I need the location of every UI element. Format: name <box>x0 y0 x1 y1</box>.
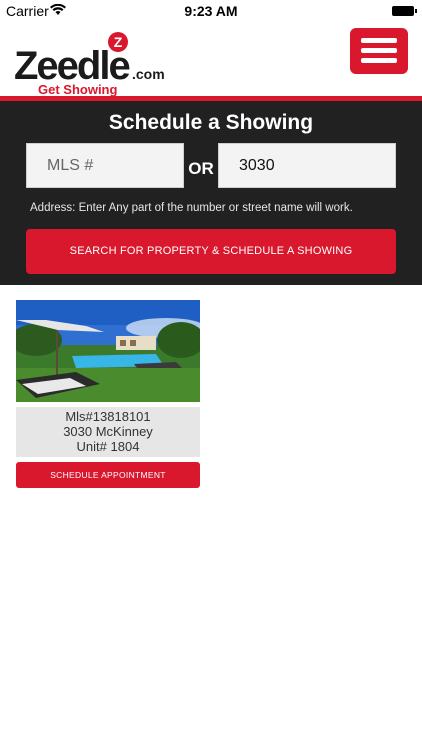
schedule-appointment-button[interactable]: SCHEDULE APPOINTMENT <box>16 462 200 488</box>
listing-info[interactable]: Mls#13818101 3030 McKinney Unit# 1804 <box>16 407 200 457</box>
logo-suffix: .com <box>132 66 165 82</box>
menu-button[interactable] <box>350 28 408 74</box>
listing-unit: Unit# 1804 <box>76 439 140 454</box>
zeedle-logo[interactable]: Zeedle Z .com Get Showing <box>14 32 174 98</box>
hamburger-icon <box>361 48 397 53</box>
panel-title: Schedule a Showing <box>108 111 314 134</box>
logo-tagline: Get Showing <box>38 82 118 97</box>
or-label: OR <box>188 159 214 178</box>
battery-icon <box>392 6 417 16</box>
hamburger-icon <box>361 38 397 43</box>
status-bar: Carrier 9:23 AM <box>0 0 422 22</box>
listing-mls: Mls#13818101 <box>65 409 151 424</box>
logo-badge: Z <box>108 32 128 52</box>
app-header: Zeedle Z .com Get Showing <box>0 22 422 98</box>
listing-street: 3030 McKinney <box>63 424 153 439</box>
search-panel: Schedule a Showing MLS # OR 3030 Address… <box>0 101 422 285</box>
hamburger-icon <box>361 58 397 63</box>
property-photo[interactable] <box>16 300 200 402</box>
property-photo-image <box>16 300 200 402</box>
search-schedule-button[interactable]: SEARCH FOR PROPERTY & SCHEDULE A SHOWING <box>26 229 396 274</box>
status-time: 9:23 AM <box>184 3 238 19</box>
mls-input[interactable]: MLS # <box>26 143 184 188</box>
address-hint: Address: Enter Any part of the number or… <box>30 202 353 214</box>
address-input[interactable]: 3030 <box>218 143 396 188</box>
